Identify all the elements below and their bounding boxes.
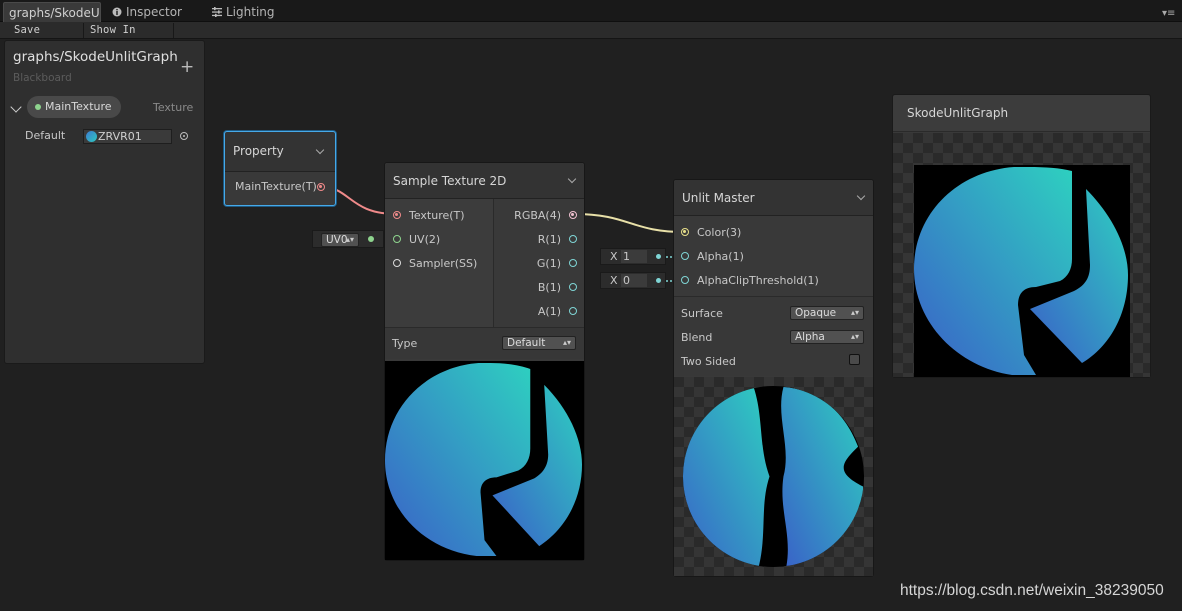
watermark-url: https://blog.csdn.net/weixin_38239050 (900, 582, 1164, 599)
dropdown-arrow-icon: ▴▾ (345, 235, 354, 244)
dropdown-arrow-icon: ▴▾ (850, 308, 859, 317)
surface-value: Opaque (795, 307, 837, 319)
input-port-uv[interactable] (393, 235, 401, 243)
property-pill-maintexture[interactable]: MainTexture (27, 96, 121, 118)
blackboard-subtitle: Blackboard (13, 72, 72, 84)
input-label-sampler: Sampler(SS) (409, 257, 478, 270)
type-dropdown[interactable]: Default ▴▾ (502, 336, 576, 350)
blackboard-title: graphs/SkodeUnlitGraph (13, 49, 178, 65)
default-texture-name: ZRVR01 (98, 130, 142, 143)
wire-rgba-color (573, 213, 686, 233)
blend-value: Alpha (795, 331, 825, 343)
property-name: MainTexture (45, 100, 112, 113)
output-port-a[interactable] (569, 307, 577, 315)
node-header: Unlit Master (674, 180, 873, 216)
default-label: Default (25, 129, 66, 142)
texture-icon (86, 131, 97, 142)
output-port-texture[interactable] (317, 183, 325, 191)
output-label-g: G(1) (536, 257, 561, 270)
alpha-field-port (656, 254, 661, 259)
input-ports: Texture(T) UV(2) Sampler(SS) (385, 199, 494, 327)
property-port-dot (35, 104, 41, 110)
blend-label: Blend (681, 331, 713, 344)
type-setting-row: Type Default ▴▾ (385, 327, 584, 359)
node-title: Unlit Master (682, 191, 755, 205)
node-title: Property (233, 144, 284, 158)
input-port-texture[interactable] (393, 211, 401, 219)
chevron-down-icon[interactable] (10, 101, 22, 113)
output-port-b[interactable] (569, 283, 577, 291)
master-preview (674, 377, 873, 576)
chevron-down-icon[interactable] (567, 174, 577, 184)
logo-texture-image (385, 362, 583, 557)
input-label-alpha: Alpha(1) (697, 250, 744, 263)
main-preview-body (893, 133, 1150, 377)
blackboard-panel: graphs/SkodeUnlitGraph Blackboard + Main… (4, 40, 205, 364)
quad-texture-image (914, 167, 1128, 375)
master-settings: Surface Opaque ▴▾ Blend Alpha ▴▾ Two Sided (674, 296, 873, 376)
output-port-r[interactable] (569, 235, 577, 243)
input-port-alpha-clip[interactable] (681, 276, 689, 284)
uv-field-port[interactable] (368, 236, 374, 242)
input-label-alpha-clip: AlphaClipThreshold(1) (697, 274, 819, 287)
node-header: Property (225, 132, 335, 172)
main-preview-window[interactable]: SkodeUnlitGraph (892, 94, 1151, 378)
input-port-sampler[interactable] (393, 259, 401, 267)
input-label-texture: Texture(T) (409, 209, 465, 222)
type-label: Type (392, 337, 418, 350)
output-port-rgba[interactable] (569, 211, 577, 219)
add-property-icon[interactable]: + (180, 59, 194, 76)
chevron-down-icon[interactable] (315, 145, 325, 155)
chevron-down-icon[interactable] (856, 191, 866, 201)
output-label-r: R(1) (537, 233, 561, 246)
node-header: Sample Texture 2D (385, 163, 584, 199)
output-label-a: A(1) (537, 305, 561, 318)
x-label: X (610, 250, 618, 263)
output-label-b: B(1) (537, 281, 561, 294)
texture-preview (385, 361, 584, 560)
uv-channel-value: UV0 (326, 234, 348, 246)
sample-texture-2d-node[interactable]: Sample Texture 2D Texture(T) UV(2) Sampl… (384, 162, 585, 561)
main-preview-header: SkodeUnlitGraph (893, 95, 1150, 132)
two-sided-label: Two Sided (681, 355, 736, 368)
output-port-label: MainTexture(T) (235, 180, 317, 193)
dropdown-arrow-icon: ▴▾ (850, 332, 859, 341)
clip-field-port (656, 278, 661, 283)
surface-label: Surface (681, 307, 723, 320)
blend-dropdown[interactable]: Alpha ▴▾ (790, 330, 864, 344)
dropdown-arrow-icon: ▴▾ (562, 338, 571, 347)
clip-value: 0 (621, 274, 647, 287)
node-title: Sample Texture 2D (393, 174, 507, 188)
clip-float-field[interactable]: X 0 (600, 272, 666, 289)
input-label-uv: UV(2) (409, 233, 441, 246)
default-texture-field[interactable]: ZRVR01 (83, 129, 172, 144)
uv-input-field: UV0 ▴▾ (312, 230, 384, 248)
property-type: Texture (153, 101, 194, 114)
object-picker-icon[interactable] (180, 132, 188, 140)
output-port-g[interactable] (569, 259, 577, 267)
unlit-master-node[interactable]: Unlit Master Color(3) Alpha(1) AlphaClip… (673, 179, 874, 577)
main-preview-title: SkodeUnlitGraph (907, 106, 1009, 120)
surface-dropdown[interactable]: Opaque ▴▾ (790, 306, 864, 320)
alpha-value: 1 (621, 250, 647, 263)
output-label-rgba: RGBA(4) (514, 209, 561, 222)
type-value: Default (507, 337, 546, 349)
uv-channel-dropdown[interactable]: UV0 ▴▾ (321, 233, 359, 247)
sphere-preview-image (682, 385, 865, 568)
two-sided-checkbox[interactable] (849, 354, 860, 365)
alpha-float-field[interactable]: X 1 (600, 248, 666, 265)
input-port-color[interactable] (681, 228, 689, 236)
input-label-color: Color(3) (697, 226, 742, 239)
input-port-alpha[interactable] (681, 252, 689, 260)
x-label: X (610, 274, 618, 287)
quad-preview (914, 165, 1130, 377)
property-node[interactable]: Property MainTexture(T) (224, 131, 336, 206)
